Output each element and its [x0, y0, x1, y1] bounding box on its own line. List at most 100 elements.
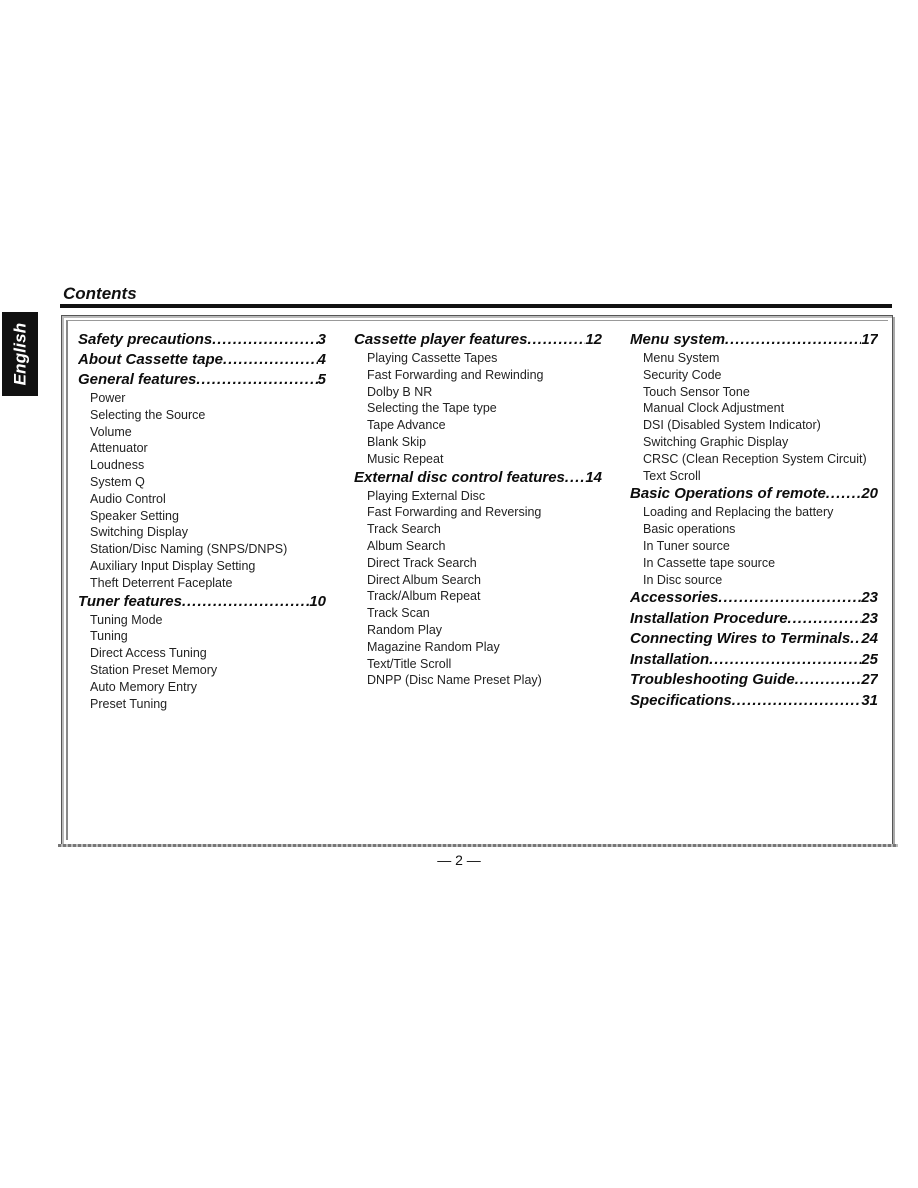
page-number: — 2 — — [437, 852, 481, 868]
toc-subitem[interactable]: Basic operations — [630, 521, 878, 538]
section-title: Connecting Wires to Terminals — [630, 630, 851, 648]
toc-section-entry[interactable]: Menu system 17 — [630, 330, 878, 350]
toc-subitem[interactable]: Direct Access Tuning — [78, 645, 326, 662]
toc-subitem[interactable]: Fast Forwarding and Rewinding — [354, 367, 602, 384]
toc-subitem[interactable]: Menu System — [630, 350, 878, 367]
toc-subitem[interactable]: DNPP (Disc Name Preset Play) — [354, 672, 602, 689]
section-title: Cassette player features — [354, 331, 528, 348]
section-title: About Cassette tape — [78, 351, 224, 368]
toc-section-entry[interactable]: Accessories 23 — [630, 588, 878, 609]
section-title: Specifications — [630, 691, 732, 709]
toc-subitem[interactable]: Selecting the Source — [78, 407, 326, 424]
toc-subitem[interactable]: Station Preset Memory — [78, 662, 326, 679]
toc-section-entry[interactable]: General features 5 — [78, 370, 326, 390]
section-page-number: 24 — [861, 630, 878, 648]
toc-subitem[interactable]: Attenuator — [78, 440, 326, 457]
toc-subitem[interactable]: In Tuner source — [630, 538, 878, 555]
toc-subitem[interactable]: Preset Tuning — [78, 696, 326, 713]
section-page-number: 10 — [309, 592, 326, 610]
toc-column-2: Cassette player features 12 Playing Casset… — [354, 330, 602, 689]
page-title: Contents — [63, 284, 137, 303]
toc-subitem[interactable]: DSI (Disabled System Indicator) — [630, 417, 878, 434]
toc-subitem[interactable]: Album Search — [354, 538, 602, 555]
toc-section-entry[interactable]: Safety precautions 3 — [78, 330, 326, 350]
toc-subitem[interactable]: Dolby B NR — [354, 384, 602, 401]
dot-leader — [788, 609, 862, 630]
toc-subitem[interactable]: Text/Title Scroll — [354, 656, 602, 673]
toc-subitem[interactable]: Volume — [78, 424, 326, 441]
toc-subitem[interactable]: Track/Album Repeat — [354, 588, 602, 605]
toc-subitem[interactable]: Switching Display — [78, 524, 326, 541]
section-title: External disc control features — [354, 468, 565, 486]
toc-section-entry[interactable]: Installation 25 — [630, 650, 878, 671]
section-page-number: 12 — [585, 331, 602, 348]
toc-subitem[interactable]: Random Play — [354, 622, 602, 639]
toc-subitem[interactable]: Direct Album Search — [354, 572, 602, 589]
toc-subitem[interactable]: Fast Forwarding and Reversing — [354, 504, 602, 521]
toc-subitem[interactable]: Station/Disc Naming (SNPS/DNPS) — [78, 541, 326, 558]
dot-leader — [826, 484, 861, 504]
toc-section-entry[interactable]: External disc control features 14 — [354, 468, 602, 488]
section-page-number: 3 — [317, 331, 326, 348]
toc-subitem[interactable]: Text Scroll — [630, 468, 878, 485]
toc-subitem[interactable]: CRSC (Clean Reception System Circuit) — [630, 451, 878, 468]
toc-subitem[interactable]: Tuning — [78, 628, 326, 645]
dot-leader — [212, 330, 317, 350]
section-title: Installation — [630, 650, 710, 668]
toc-subitem[interactable]: In Disc source — [630, 572, 878, 589]
toc-section-entry[interactable]: Basic Operations of remote 20 — [630, 484, 878, 504]
section-title: Safety precautions — [78, 331, 213, 348]
toc-subitem[interactable]: Theft Deterrent Faceplate — [78, 575, 326, 592]
toc-subitem[interactable]: Auto Memory Entry — [78, 679, 326, 696]
toc-subitem[interactable]: Audio Control — [78, 491, 326, 508]
toc-subitem[interactable]: Magazine Random Play — [354, 639, 602, 656]
toc-subitem[interactable]: Tuning Mode — [78, 612, 326, 629]
toc-subitem[interactable]: Touch Sensor Tone — [630, 384, 878, 401]
toc-subitem[interactable]: Security Code — [630, 367, 878, 384]
toc-section-entry[interactable]: Troubleshooting Guide 27 — [630, 670, 878, 691]
toc-subitem[interactable]: System Q — [78, 474, 326, 491]
section-title: Accessories — [630, 589, 719, 607]
toc-subitem[interactable]: Playing External Disc — [354, 488, 602, 505]
language-tab: English — [2, 312, 38, 396]
toc-section-entry[interactable]: Cassette player features 12 — [354, 330, 602, 350]
toc-subitem[interactable]: In Cassette tape source — [630, 555, 878, 572]
toc-subitem[interactable]: Track Search — [354, 521, 602, 538]
section-page-number: 27 — [861, 671, 878, 689]
toc-section-entry[interactable]: About Cassette tape 4 — [78, 350, 326, 370]
toc-section-entry[interactable]: Tuner features 10 — [78, 592, 326, 612]
toc-subitem[interactable]: Selecting the Tape type — [354, 400, 602, 417]
section-title: Basic Operations of remote — [630, 485, 826, 503]
toc-section-entry[interactable]: Installation Procedure 23 — [630, 609, 878, 630]
toc-column-1: Safety precautions 3 About Cassette tape 4 G… — [78, 330, 326, 712]
section-page-number: 17 — [861, 331, 878, 348]
toc-subitem[interactable]: Speaker Setting — [78, 508, 326, 525]
toc-subitem[interactable]: Tape Advance — [354, 417, 602, 434]
toc-subitem[interactable]: Music Repeat — [354, 451, 602, 468]
section-page-number: 14 — [585, 468, 602, 486]
dot-leader — [223, 350, 318, 370]
dot-leader — [565, 468, 585, 488]
toc-section-entry[interactable]: Connecting Wires to Terminals 24 — [630, 629, 878, 650]
dot-leader — [795, 670, 862, 691]
toc-subitem[interactable]: Direct Track Search — [354, 555, 602, 572]
section-title: General features — [78, 371, 197, 388]
toc-subitem[interactable]: Manual Clock Adjustment — [630, 400, 878, 417]
toc-subitem[interactable]: Power — [78, 390, 326, 407]
toc-subitem[interactable]: Loudness — [78, 457, 326, 474]
toc-subitem[interactable]: Playing Cassette Tapes — [354, 350, 602, 367]
dot-leader — [725, 330, 861, 350]
toc-subitem[interactable]: Auxiliary Input Display Setting — [78, 558, 326, 575]
section-title: Tuner features — [78, 592, 182, 610]
section-title: Installation Procedure — [630, 609, 788, 627]
toc-subitem[interactable]: Loading and Replacing the battery — [630, 504, 878, 521]
toc-subitem[interactable]: Switching Graphic Display — [630, 434, 878, 451]
toc-subitem[interactable]: Blank Skip — [354, 434, 602, 451]
toc-subitem[interactable]: Track Scan — [354, 605, 602, 622]
toc-section-entry[interactable]: Specifications 31 — [630, 691, 878, 712]
dot-leader — [732, 691, 862, 712]
section-page-number: 4 — [317, 351, 326, 368]
section-title: Troubleshooting Guide — [630, 671, 795, 689]
title-rule — [60, 304, 892, 308]
dot-leader — [718, 588, 861, 609]
